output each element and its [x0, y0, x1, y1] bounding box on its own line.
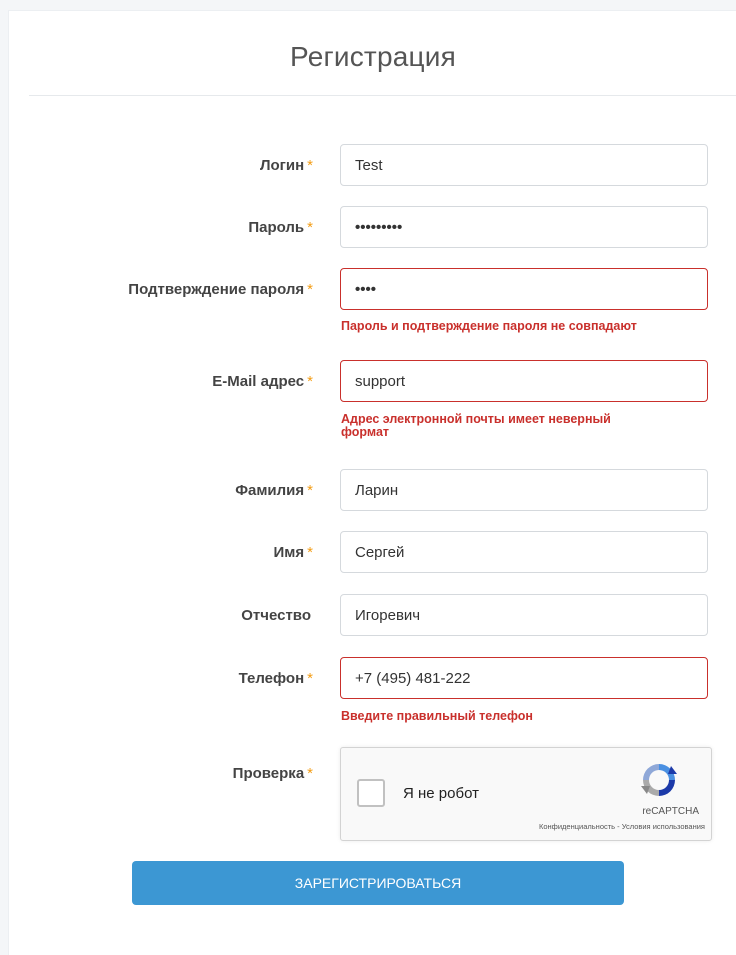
required-mark: *: [307, 373, 313, 390]
recaptcha-links[interactable]: Конфиденциальность - Условия использован…: [539, 822, 705, 831]
first-name-input[interactable]: [340, 531, 708, 573]
captcha-label: Проверка *: [232, 765, 313, 782]
required-mark: *: [307, 157, 313, 174]
recaptcha-logo-icon: [641, 764, 677, 796]
required-mark: *: [307, 482, 313, 499]
login-input[interactable]: [340, 144, 708, 186]
required-mark: *: [307, 281, 313, 298]
middle-name-label: Отчество: [241, 607, 311, 624]
password-input[interactable]: [340, 206, 708, 248]
required-mark: *: [307, 219, 313, 236]
register-button[interactable]: ЗАРЕГИСТРИРОВАТЬСЯ: [132, 861, 624, 905]
required-mark: *: [307, 670, 313, 687]
email-input[interactable]: [340, 360, 708, 402]
password-confirm-error: Пароль и подтверждение пароля не совпада…: [341, 319, 637, 333]
middle-name-input[interactable]: [340, 594, 708, 636]
title-divider: [29, 95, 736, 96]
phone-input[interactable]: [340, 657, 708, 699]
last-name-input[interactable]: [340, 469, 708, 511]
password-confirm-label: Подтверждение пароля *: [128, 281, 313, 298]
phone-label: Телефон *: [238, 670, 313, 687]
first-name-label: Имя *: [273, 544, 313, 561]
email-error-line2: формат: [341, 425, 390, 439]
required-mark: *: [307, 765, 313, 782]
registration-panel: Регистрация Логин* Пароль* Подтверждение…: [8, 10, 736, 955]
phone-error: Введите правильный телефон: [341, 709, 533, 723]
page-title: Регистрация: [290, 41, 456, 72]
last-name-label: Фамилия *: [235, 482, 313, 499]
required-mark: *: [307, 544, 313, 561]
email-error-line1: Адрес электронной почты имеет неверный: [341, 412, 611, 426]
password-label: Пароль *: [248, 219, 313, 236]
captcha-checkbox-label: Я не робот: [403, 785, 479, 802]
email-label: E-Mail адрес *: [212, 373, 313, 390]
password-confirm-input[interactable]: [340, 268, 708, 310]
recaptcha-widget: Я не робот reCAPTCHA Конфиденциальность …: [340, 747, 712, 841]
recaptcha-brand: reCAPTCHA: [642, 806, 699, 817]
login-label: Логин *: [259, 157, 313, 174]
captcha-checkbox[interactable]: [357, 779, 385, 807]
email-error: Адрес электронной почты имеет неверный ф…: [341, 413, 701, 439]
